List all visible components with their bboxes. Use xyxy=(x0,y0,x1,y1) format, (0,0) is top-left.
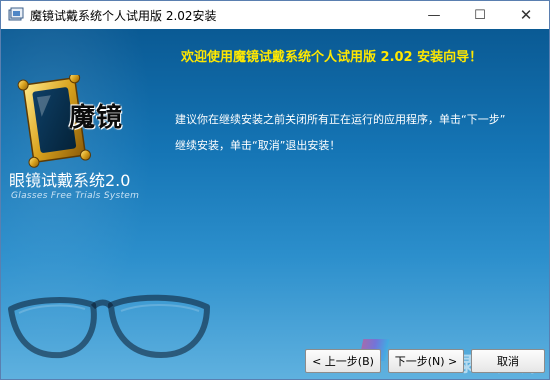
maximize-button[interactable]: ☐ xyxy=(457,1,503,29)
wizard-instructions-line-2: 继续安装，单击“取消”退出安装！ xyxy=(175,139,341,152)
product-name: 眼镜试戴系统2.0 xyxy=(9,171,131,190)
installer-app-icon xyxy=(8,7,24,23)
cancel-button[interactable]: 取消 xyxy=(471,349,545,373)
wizard-heading: 欢迎使用魔镜试戴系统个人试用版 2.02 安装向导！ xyxy=(181,50,483,65)
glasses-illustration-icon xyxy=(8,294,210,359)
close-button[interactable]: ✕ xyxy=(503,1,549,29)
wizard-panel: 魔镜 眼镜试戴系统2.0 Glasses Free Trials System … xyxy=(1,29,549,379)
minimize-button[interactable]: — xyxy=(411,1,457,29)
title-bar[interactable]: 魔镜试戴系统个人试用版 2.02安装 — ☐ ✕ xyxy=(1,1,549,29)
window-controls: — ☐ ✕ xyxy=(411,1,549,29)
window-title: 魔镜试戴系统个人试用版 2.02安装 xyxy=(30,8,217,23)
wizard-instructions-line-1: 建议你在继续安装之前关闭所有正在运行的应用程序，单击“下一步” xyxy=(175,113,506,126)
back-button[interactable]: < 上一步(B) xyxy=(305,349,381,373)
product-subtitle: Glasses Free Trials System xyxy=(11,191,140,201)
brand-logo-text: 魔镜 xyxy=(69,103,124,133)
installer-window: 魔镜试戴系统个人试用版 2.02安装 — ☐ ✕ 魔镜 眼镜试戴系统2.0 Gl… xyxy=(0,0,550,380)
next-button[interactable]: 下一步(N) > xyxy=(388,349,464,373)
